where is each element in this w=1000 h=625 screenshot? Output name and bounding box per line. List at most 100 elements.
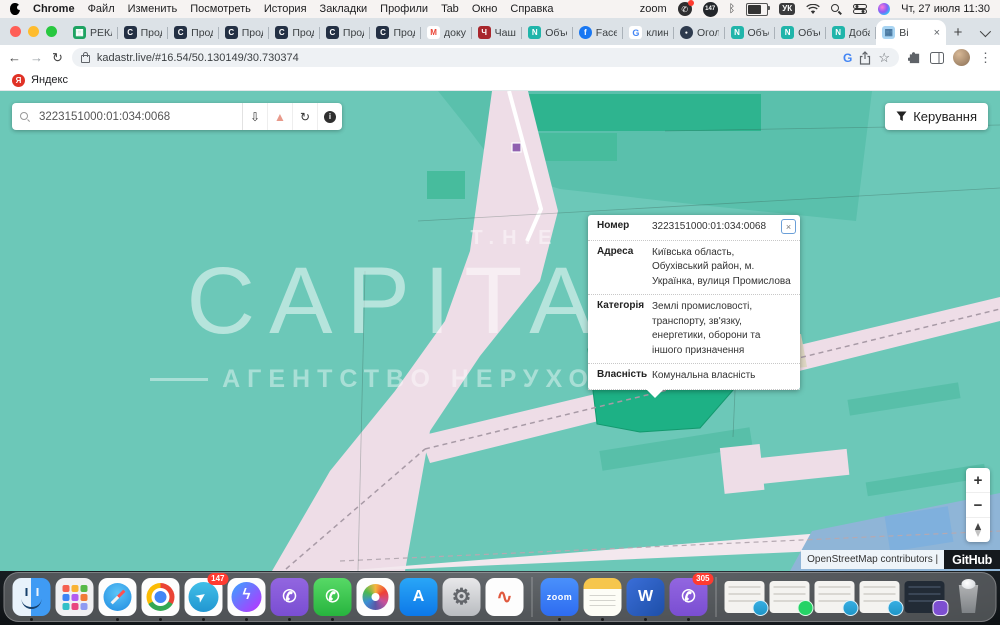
viber-2[interactable]: ✆ 305: [670, 578, 708, 616]
menu-item[interactable]: Профили: [380, 3, 428, 15]
parcel-search-input[interactable]: [37, 110, 242, 124]
browser-tab[interactable]: Огол: [674, 20, 725, 45]
address-bar[interactable]: kadastr.live/#16.54/50.130149/30.730374 …: [72, 48, 899, 67]
bookmark-star-icon[interactable]: ☆: [878, 51, 890, 64]
browser-tab[interactable]: клин: [623, 20, 674, 45]
browser-tab[interactable]: Объе: [725, 20, 776, 45]
browser-tab[interactable]: Прод: [219, 20, 270, 45]
fullscreen-window-button[interactable]: [46, 26, 57, 37]
tab-title: Объе: [798, 27, 820, 39]
browser-menu-icon[interactable]: ⋮: [979, 51, 992, 64]
bookmark-item[interactable]: Я Яндекс: [12, 74, 68, 87]
manage-layers-button[interactable]: Керування: [885, 103, 988, 130]
notes[interactable]: [584, 578, 622, 616]
telegram[interactable]: 147: [185, 578, 223, 616]
menu-item[interactable]: Закладки: [320, 3, 368, 15]
browser-tab[interactable]: Доба: [826, 20, 877, 45]
github-link[interactable]: GitHub: [944, 550, 1000, 569]
browser-tab[interactable]: Прод: [269, 20, 320, 45]
tab-favicon: [174, 26, 187, 39]
browser-tab-strip: РЕКЛ Прод Прод Прод: [0, 18, 1000, 45]
chrome[interactable]: [142, 578, 180, 616]
browser-tab[interactable]: Прод: [118, 20, 169, 45]
menu-item[interactable]: История: [264, 3, 307, 15]
launchpad[interactable]: [56, 578, 94, 616]
menu-item[interactable]: Изменить: [128, 3, 178, 15]
browser-tab[interactable]: доку: [421, 20, 472, 45]
menu-item[interactable]: Tab: [441, 3, 459, 15]
osm-attribution-link[interactable]: OpenStreetMap contributors |: [801, 550, 944, 569]
page-url[interactable]: kadastr.live/#16.54/50.130149/30.730374: [97, 52, 836, 64]
google-icon[interactable]: G: [843, 51, 852, 65]
active-app-name[interactable]: Chrome: [33, 3, 75, 15]
back-button[interactable]: ←: [8, 51, 21, 64]
wifi-icon[interactable]: [806, 4, 820, 15]
window-telegram[interactable]: [725, 581, 765, 613]
profile-avatar[interactable]: [953, 49, 970, 66]
new-tab-button[interactable]: +: [946, 20, 970, 44]
badge-count-icon[interactable]: 147: [703, 2, 718, 17]
menu-item[interactable]: Справка: [510, 3, 553, 15]
minimize-window-button[interactable]: [28, 26, 39, 37]
info-button[interactable]: i: [318, 103, 342, 130]
close-window-button[interactable]: [10, 26, 21, 37]
browser-tab[interactable]: Прод: [370, 20, 421, 45]
browser-tab[interactable]: Объе: [522, 20, 573, 45]
menubar-clock[interactable]: Чт, 27 июля 11:30: [901, 3, 990, 15]
zoom-out-button[interactable]: −: [966, 493, 990, 518]
cadastral-map[interactable]: T.H.E CAPITAL АГЕНТСТВО НЕРУХОМОСТІ ⇩ ▲ …: [0, 91, 1000, 571]
control-center-icon[interactable]: [853, 4, 867, 14]
freeform[interactable]: ∿: [486, 578, 524, 616]
zoom-app[interactable]: zoom: [541, 578, 579, 616]
bookmark-label: Яндекс: [31, 74, 68, 86]
whatsapp[interactable]: ✆: [314, 578, 352, 616]
messenger[interactable]: [228, 578, 266, 616]
warning-button[interactable]: ▲: [268, 103, 293, 130]
browser-tab[interactable]: Чаш: [472, 20, 523, 45]
popup-close-button[interactable]: ×: [781, 219, 796, 234]
photos[interactable]: [357, 578, 395, 616]
viber[interactable]: ✆: [271, 578, 309, 616]
safari[interactable]: [99, 578, 137, 616]
battery-icon[interactable]: [746, 3, 768, 16]
trash[interactable]: [950, 578, 988, 616]
siri-icon[interactable]: [878, 3, 890, 15]
window-telegram-2[interactable]: [815, 581, 855, 613]
browser-tab[interactable]: Прод: [320, 20, 371, 45]
app-store[interactable]: A: [400, 578, 438, 616]
forward-button[interactable]: →: [30, 51, 43, 64]
word[interactable]: W: [627, 578, 665, 616]
window-whatsapp[interactable]: [770, 581, 810, 613]
notification-badge: 147: [207, 573, 228, 585]
keyboard-layout-indicator[interactable]: УК: [779, 3, 795, 15]
menu-item[interactable]: Посмотреть: [190, 3, 251, 15]
reload-button[interactable]: ↻: [52, 51, 63, 64]
notification-dot: [688, 0, 694, 6]
lock-icon[interactable]: [81, 55, 90, 63]
zoom-in-button[interactable]: +: [966, 468, 990, 493]
settings[interactable]: ⚙: [443, 578, 481, 616]
tab-search-chevron[interactable]: [974, 21, 994, 45]
menu-item[interactable]: Файл: [88, 3, 115, 15]
zoom-menu-item[interactable]: zoom: [640, 3, 667, 15]
browser-tab[interactable]: Ві ×: [876, 20, 946, 45]
call-status-icon[interactable]: ✆: [678, 2, 692, 16]
browser-tab[interactable]: Прод: [168, 20, 219, 45]
sidebar-icon[interactable]: [930, 52, 944, 64]
window-dark[interactable]: [905, 581, 945, 613]
window-telegram-3[interactable]: [860, 581, 900, 613]
tab-close-icon[interactable]: ×: [934, 27, 940, 39]
refresh-button[interactable]: ↻: [293, 103, 318, 130]
spotlight-search-icon[interactable]: [831, 4, 842, 15]
extensions-puzzle-icon[interactable]: [908, 51, 921, 64]
browser-tab[interactable]: Объе: [775, 20, 826, 45]
menu-item[interactable]: Окно: [472, 3, 498, 15]
download-button[interactable]: ⇩: [243, 103, 268, 130]
finder[interactable]: [13, 578, 51, 616]
browser-tab[interactable]: РЕКЛ: [67, 20, 118, 45]
apple-menu-icon[interactable]: [10, 3, 20, 15]
browser-tab[interactable]: Face: [573, 20, 624, 45]
compass-button[interactable]: [966, 518, 990, 542]
share-icon[interactable]: [859, 51, 871, 65]
bluetooth-icon[interactable]: ᛒ: [729, 3, 736, 15]
